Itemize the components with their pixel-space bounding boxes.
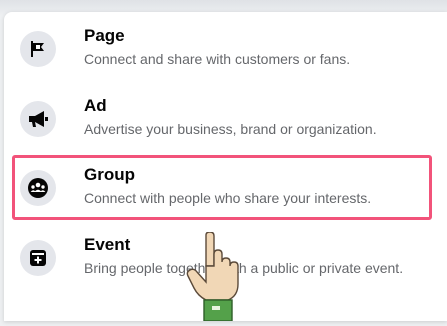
megaphone-icon xyxy=(20,101,56,137)
menu-item-description: Advertise your business, brand or organi… xyxy=(84,121,377,137)
event-icon xyxy=(20,240,56,276)
menu-item-description: Connect and share with customers or fans… xyxy=(84,51,351,67)
menu-item-title: Event xyxy=(84,235,131,254)
menu-item-ad[interactable]: Ad Advertise your business, brand or org… xyxy=(8,86,447,152)
menu-item-description: Connect with people who share your inter… xyxy=(84,190,372,206)
menu-item-group[interactable]: Group Connect with people who share your… xyxy=(8,155,447,221)
menu-item-description: Bring people together with a public or p… xyxy=(84,260,404,276)
menu-item-title: Page xyxy=(84,26,125,45)
menu-item-page[interactable]: Page Connect and share with customers or… xyxy=(8,16,447,82)
flag-icon xyxy=(20,31,56,67)
pointing-hand-cursor-icon xyxy=(184,231,250,322)
menu-item-title: Group xyxy=(84,165,135,184)
group-icon xyxy=(20,170,56,206)
menu-item-title: Ad xyxy=(84,96,107,115)
